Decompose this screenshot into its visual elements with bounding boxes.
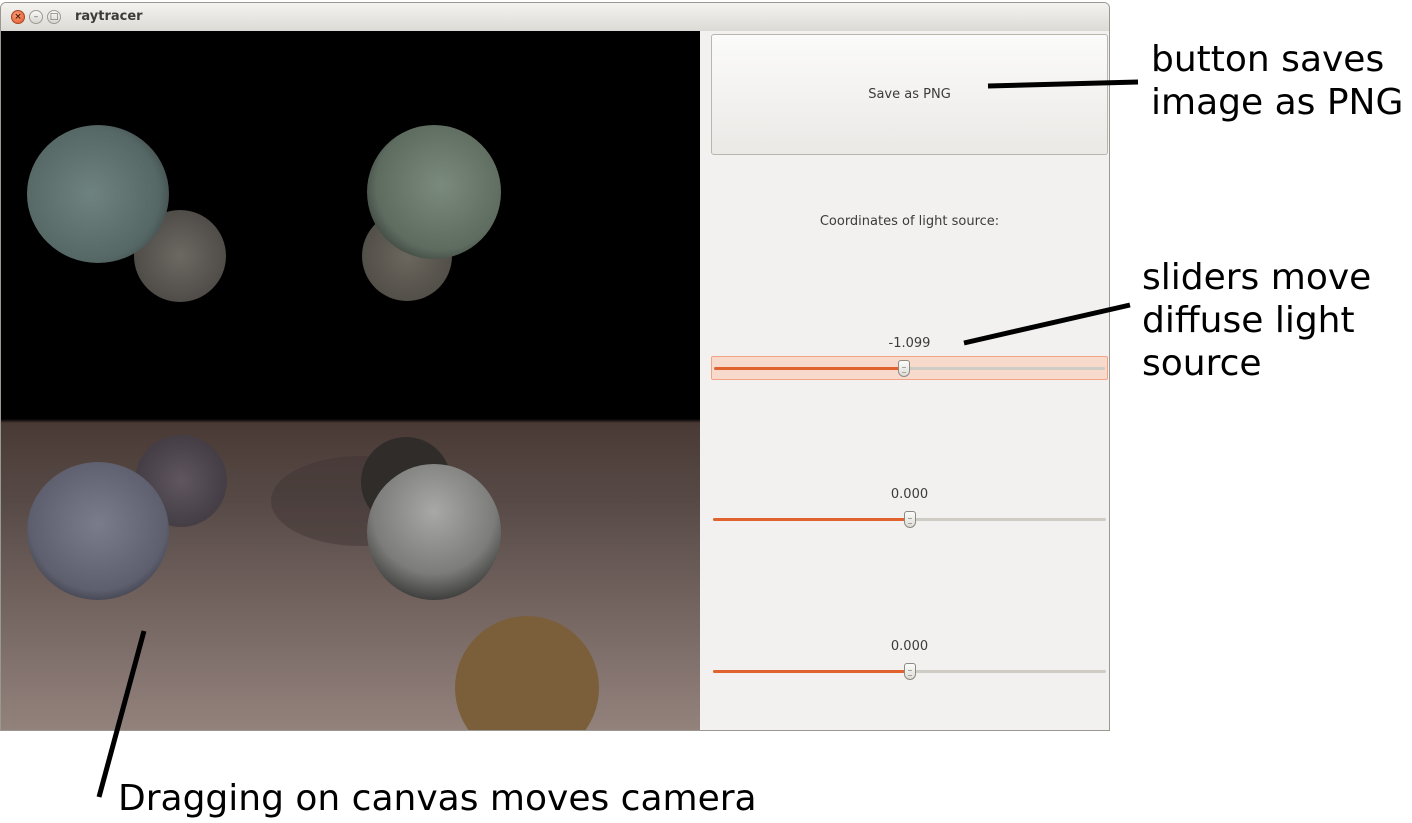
annotation-line: source	[1142, 343, 1262, 384]
annotation-canvas: Dragging on canvas moves camera	[118, 778, 757, 819]
annotation-line: button saves	[1151, 39, 1385, 80]
canvas-pointer-line	[96, 630, 147, 798]
annotation-line: sliders move	[1142, 257, 1372, 298]
annotation-sliders: sliders move diffuse light source	[1142, 256, 1371, 385]
annotation-line: diffuse light	[1142, 300, 1355, 341]
button-pointer-line	[987, 79, 1139, 89]
slider-pointer-line	[963, 302, 1131, 346]
annotation-button: button saves image as PNG	[1151, 38, 1403, 124]
annotation-line: image as PNG	[1151, 82, 1404, 123]
